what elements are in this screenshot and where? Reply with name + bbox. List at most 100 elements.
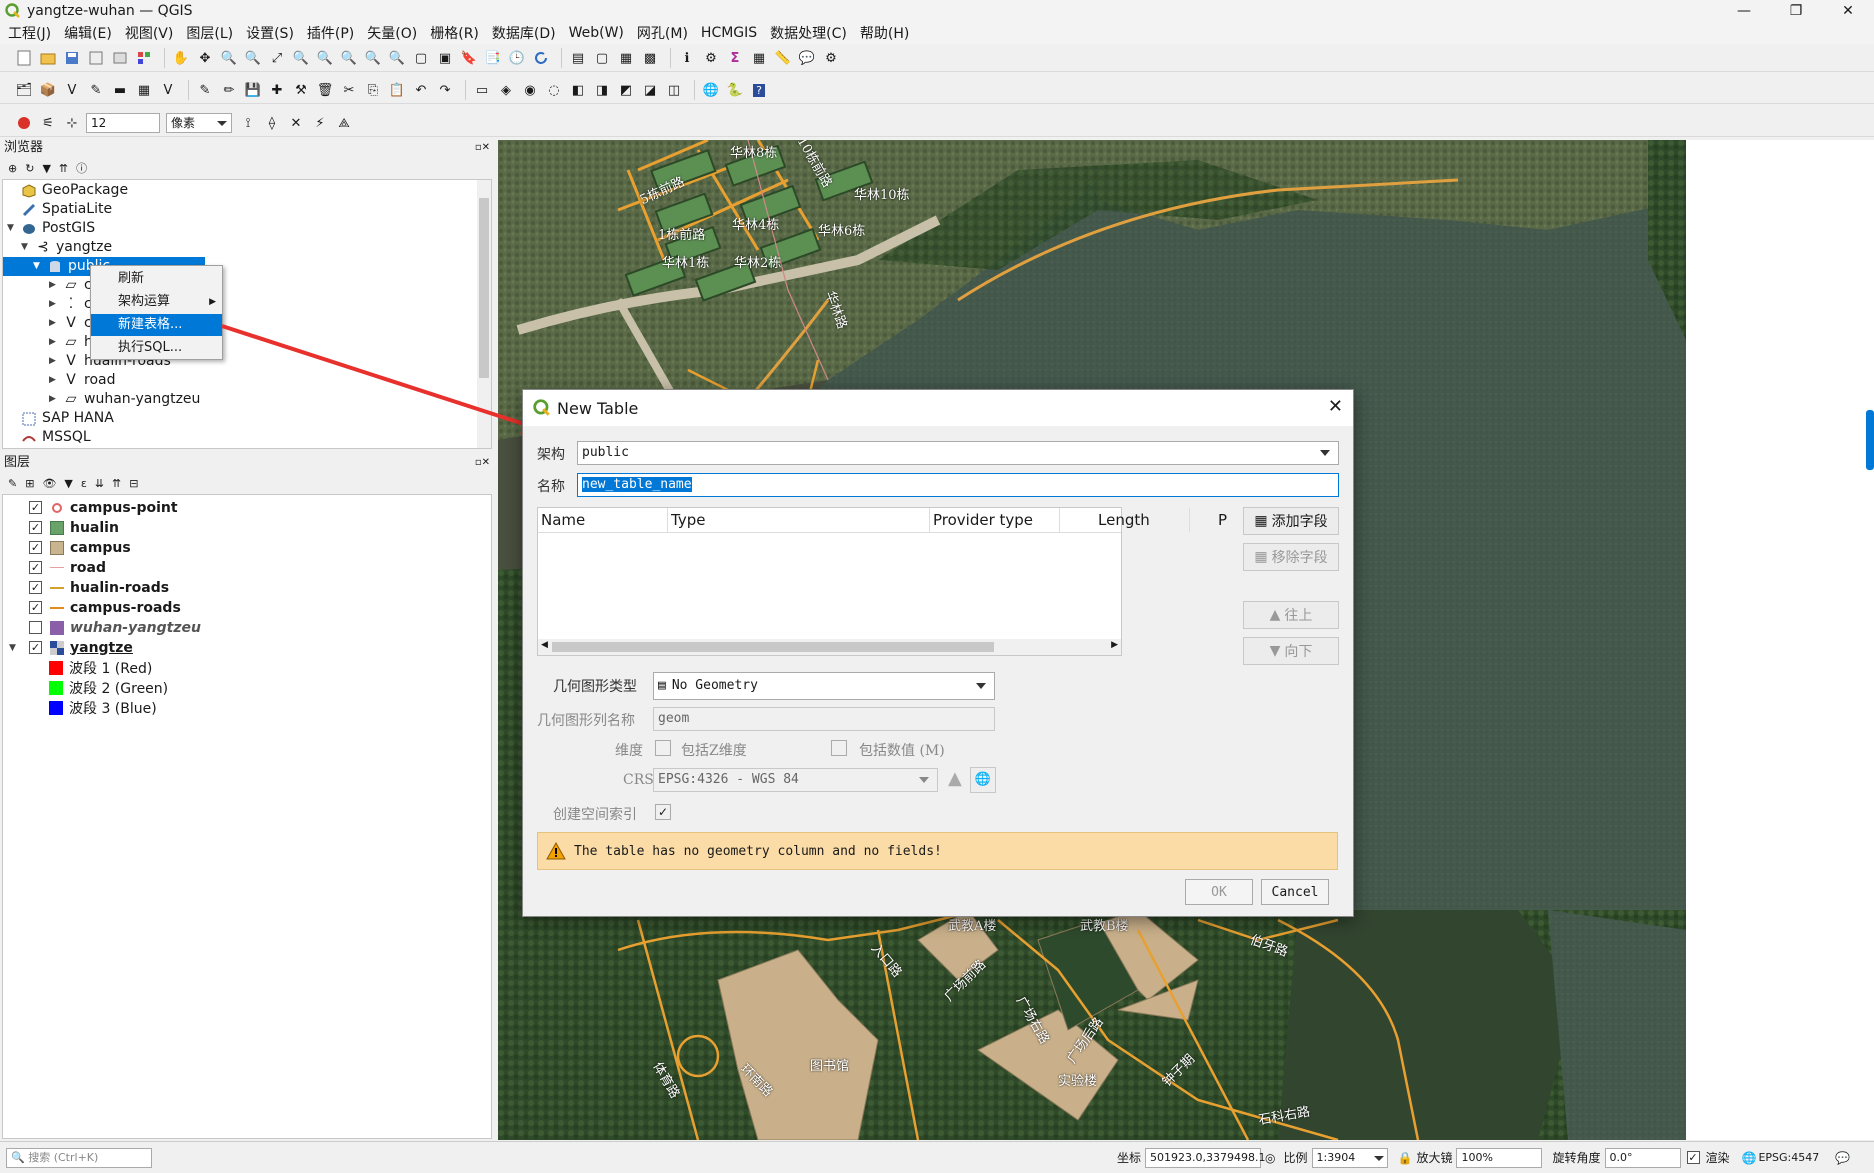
- label-pin-icon[interactable]: ◈: [496, 80, 516, 100]
- layer-visibility-checkbox[interactable]: ✓: [29, 541, 42, 554]
- layer-hualin-roads[interactable]: ✓ hualin-roads: [29, 578, 169, 597]
- browser-item-mssql[interactable]: MSSQL: [21, 428, 91, 447]
- menu-raster[interactable]: 栅格(R): [430, 23, 479, 43]
- new-3d-view-icon[interactable]: ▣: [435, 48, 455, 68]
- panel-float-close-icon[interactable]: ▫✕: [475, 139, 490, 157]
- paste-features-icon[interactable]: 📋: [387, 80, 407, 100]
- collapsed-arrow-icon[interactable]: ▶: [49, 371, 59, 390]
- vertex-tool-icon[interactable]: ⚒: [291, 80, 311, 100]
- zoom-native-icon[interactable]: 🔍: [339, 48, 359, 68]
- save-as-icon[interactable]: [86, 48, 106, 68]
- browser-item-road[interactable]: ▶ Vroad: [49, 371, 115, 390]
- style-manager-icon[interactable]: [134, 48, 154, 68]
- browser-item-spatialite[interactable]: SpatiaLite: [21, 200, 112, 219]
- deselect-icon[interactable]: ▩: [640, 48, 660, 68]
- identify-icon[interactable]: ℹ: [677, 48, 697, 68]
- menu-layer[interactable]: 图层(L): [186, 23, 233, 43]
- map-tips-icon[interactable]: 💬: [797, 48, 817, 68]
- snapping-unit-combo[interactable]: 像素: [166, 113, 232, 133]
- label-change-icon[interactable]: ◩: [616, 80, 636, 100]
- zoom-last-icon[interactable]: 🔍: [363, 48, 383, 68]
- include-m-checkbox[interactable]: [831, 740, 847, 756]
- collapsed-arrow-icon[interactable]: ▶: [49, 333, 59, 352]
- cancel-button[interactable]: Cancel: [1261, 879, 1329, 905]
- label-move-icon[interactable]: ◧: [568, 80, 588, 100]
- label-style-icon[interactable]: ◫: [664, 80, 684, 100]
- refresh-browser-icon[interactable]: ↻: [25, 162, 34, 175]
- properties-icon[interactable]: ⓘ: [76, 160, 87, 176]
- layer-road[interactable]: ✓ road: [29, 558, 106, 577]
- layer-visibility-checkbox[interactable]: ✓: [29, 521, 42, 534]
- help-icon[interactable]: ?: [749, 80, 769, 100]
- table-name-input[interactable]: new_table_name: [577, 473, 1339, 497]
- column-header-primary[interactable]: P: [1190, 508, 1230, 532]
- maximize-button[interactable]: ❐: [1770, 0, 1822, 22]
- new-geopackage-icon[interactable]: 📦: [38, 80, 58, 100]
- identify-features-dropdown-icon[interactable]: ▤: [568, 48, 588, 68]
- expanded-arrow-icon[interactable]: ▼: [33, 257, 43, 276]
- cut-features-icon[interactable]: ✂: [339, 80, 359, 100]
- attribute-table-icon[interactable]: ▦: [749, 48, 769, 68]
- layer-yangtze-raster[interactable]: ▼ ✓ yangtze: [9, 638, 133, 657]
- scale-combo[interactable]: 1:3904: [1311, 1147, 1388, 1168]
- pan-to-selection-icon[interactable]: ✥: [195, 48, 215, 68]
- add-selected-icon[interactable]: ⊕: [8, 162, 17, 175]
- save-edits-icon[interactable]: 💾: [243, 80, 263, 100]
- minimize-button[interactable]: —: [1718, 0, 1770, 22]
- new-temp-layer-icon[interactable]: ▬: [110, 80, 130, 100]
- browser-item-table-4[interactable]: ▶ ▱ h: [49, 333, 93, 352]
- include-z-checkbox[interactable]: [655, 740, 671, 756]
- crs-status[interactable]: EPSG:4547: [1758, 1151, 1819, 1164]
- show-bookmarks-icon[interactable]: 📑: [483, 48, 503, 68]
- menu-settings[interactable]: 设置(S): [246, 23, 294, 43]
- panel-resize-handle[interactable]: [1866, 410, 1874, 470]
- geometry-column-input[interactable]: geom: [653, 707, 995, 731]
- browser-item-table-1[interactable]: ▶ ▱ c: [49, 276, 92, 295]
- menu-plugins[interactable]: 插件(P): [307, 23, 354, 43]
- snapping-layer-icon[interactable]: ⚟: [38, 113, 58, 133]
- style-panel-icon[interactable]: ✎: [8, 477, 17, 490]
- snapping-type-icon[interactable]: ⊹: [62, 113, 82, 133]
- expand-all-icon[interactable]: ⇊: [95, 477, 104, 490]
- dialog-close-icon[interactable]: ✕: [1328, 396, 1343, 417]
- zoom-in-icon[interactable]: 🔍: [219, 48, 239, 68]
- collapse-all-layers-icon[interactable]: ⇈: [112, 477, 121, 490]
- edits-icon[interactable]: ✎: [195, 80, 215, 100]
- save-project-icon[interactable]: [62, 48, 82, 68]
- menu-mesh[interactable]: 网孔(M): [637, 23, 688, 43]
- column-header-provider-type[interactable]: Provider type: [930, 508, 1060, 532]
- label-show-hide-icon[interactable]: ◌: [544, 80, 564, 100]
- menu-project[interactable]: 工程(J): [8, 23, 51, 43]
- python-icon[interactable]: 🐍: [725, 80, 745, 100]
- annotation-icon[interactable]: ⚙: [821, 48, 841, 68]
- filter-browser-icon[interactable]: ▼: [42, 162, 50, 175]
- schema-combo[interactable]: public: [577, 441, 1339, 465]
- menu-vector[interactable]: 矢量(O): [367, 23, 417, 43]
- zoom-out-icon[interactable]: 🔍: [243, 48, 263, 68]
- snapping-enable-icon[interactable]: [14, 113, 34, 133]
- browser-item-postgis[interactable]: ▼ PostGIS: [7, 219, 95, 238]
- delete-selected-icon[interactable]: 🗑: [315, 80, 335, 100]
- globe-icon[interactable]: 🌐: [701, 80, 721, 100]
- coordinate-input[interactable]: 501923.0,3379498.1: [1145, 1147, 1265, 1168]
- geometry-type-combo[interactable]: ▤ No Geometry: [653, 672, 995, 700]
- zoom-next-icon[interactable]: 🔍: [387, 48, 407, 68]
- print-layout-icon[interactable]: [110, 48, 130, 68]
- fields-table[interactable]: Name Type Provider type Length P ◀ ▶: [537, 507, 1227, 656]
- zoom-full-icon[interactable]: ⤢: [267, 48, 287, 68]
- layer-visibility-checkbox[interactable]: ✓: [29, 601, 42, 614]
- remove-layer-icon[interactable]: ⊟: [129, 477, 138, 490]
- redo-icon[interactable]: ↷: [435, 80, 455, 100]
- crs-combo[interactable]: EPSG:4326 - WGS 84: [653, 768, 938, 792]
- collapsed-arrow-icon[interactable]: ▶: [49, 276, 59, 295]
- close-window-button[interactable]: ✕: [1822, 0, 1874, 22]
- remove-field-button[interactable]: ▦ 移除字段: [1243, 543, 1339, 571]
- layer-hualin[interactable]: ✓ hualin: [29, 518, 119, 537]
- undo-icon[interactable]: ↶: [411, 80, 431, 100]
- refresh-icon[interactable]: [531, 48, 551, 68]
- add-field-button[interactable]: ▦ 添加字段: [1243, 507, 1339, 535]
- new-shapefile-icon[interactable]: V: [62, 80, 82, 100]
- advanced-digitizing-icon[interactable]: ⟁: [334, 113, 354, 133]
- temporal-controller-icon[interactable]: 🕒: [507, 48, 527, 68]
- ok-button[interactable]: OK: [1185, 879, 1253, 905]
